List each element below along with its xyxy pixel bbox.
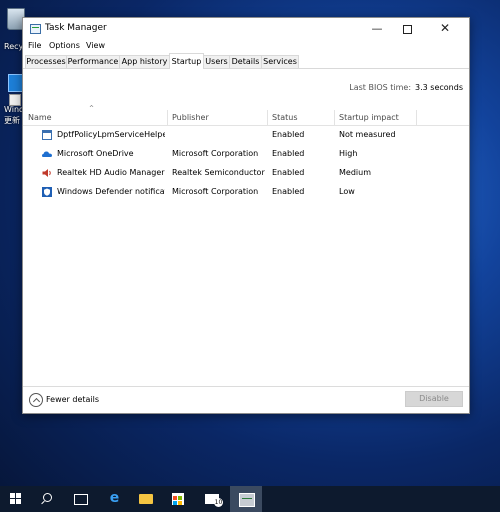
recycle-bin-label: Recy [4,42,24,51]
row-startup-impact: Not measured [339,130,396,139]
edge-browser-icon: e [109,490,120,506]
table-row[interactable]: Windows Defender notificati... Microsoft… [23,183,469,201]
table-row[interactable]: Microsoft OneDrive Microsoft Corporation… [23,145,469,163]
column-header-publisher[interactable]: Publisher [172,113,209,125]
table-row[interactable]: Realtek HD Audio Manager Realtek Semicon… [23,164,469,182]
last-bios-time-value: 3.3 seconds [415,83,463,92]
row-status: Enabled [272,149,305,158]
menu-view[interactable]: View [86,41,105,50]
defender-shield-icon [42,187,52,197]
row-publisher: Microsoft Corporation [172,149,259,158]
task-manager-window: Task Manager — ✕ File Options View Proce… [22,17,470,414]
task-manager-app-icon [30,24,41,34]
minimize-button[interactable]: — [363,18,391,39]
disable-button[interactable]: Disable [405,391,463,407]
task-manager-icon [239,493,255,507]
tab-services[interactable]: Services [261,55,299,68]
column-divider[interactable] [416,110,417,125]
tab-app-history[interactable]: App history [119,55,170,68]
taskbar-file-explorer[interactable] [130,486,162,512]
fewer-details-link[interactable]: Fewer details [46,395,99,404]
maximize-button[interactable] [393,18,421,39]
row-name: DptfPolicyLpmServiceHelper [57,130,165,139]
task-view-icon [74,494,88,505]
row-startup-impact: Low [339,187,355,196]
footer-bar: Fewer details Disable [23,386,469,413]
taskbar: e 10 [0,486,500,512]
row-startup-impact: Medium [339,168,371,177]
row-startup-impact: High [339,149,358,158]
column-header-status[interactable]: Status [272,113,298,125]
tab-bar: Processes Performance App history Startu… [23,53,469,69]
row-status: Enabled [272,187,305,196]
taskbar-edge[interactable]: e [98,486,130,512]
mail-unread-badge: 10 [214,498,223,507]
menu-options[interactable]: Options [49,41,80,50]
search-button[interactable] [32,486,64,512]
last-bios-time-label: Last BIOS time: [349,83,412,92]
search-icon [43,493,52,502]
last-bios-time: Last BIOS time: 3.3 seconds [349,83,463,92]
column-header-name[interactable]: Name [28,113,52,125]
column-header-startup-impact[interactable]: Startup impact [339,113,399,125]
tab-users[interactable]: Users [203,55,230,68]
chevron-up-circle-icon[interactable] [29,393,43,407]
tab-performance[interactable]: Performance [66,55,120,68]
tab-startup[interactable]: Startup [169,53,204,69]
task-view-button[interactable] [64,486,96,512]
menu-bar: File Options View [23,39,469,53]
maximize-icon [402,24,412,34]
column-divider[interactable] [334,110,335,125]
windows-logo-icon [10,493,22,505]
taskbar-store[interactable] [162,486,194,512]
taskbar-mail[interactable]: 10 [196,486,228,512]
table-row[interactable]: DptfPolicyLpmServiceHelper Enabled Not m… [23,126,469,144]
row-status: Enabled [272,130,305,139]
app-window-icon [42,130,52,140]
title-bar[interactable]: Task Manager — ✕ [23,18,469,39]
column-header-row: Name Publisher Status Startup impact [23,110,469,126]
tab-details[interactable]: Details [229,55,262,68]
folder-icon [139,494,153,504]
row-publisher: Realtek Semiconductor [172,168,265,177]
tab-processes[interactable]: Processes [25,55,67,68]
row-name: Windows Defender notificati... [57,187,165,196]
start-button[interactable] [0,486,32,512]
column-divider[interactable] [267,110,268,125]
close-button[interactable]: ✕ [431,18,459,39]
speaker-icon [42,169,51,177]
window-title: Task Manager [45,23,107,33]
windows-update-label-line2: 更新 [4,116,20,125]
store-bag-icon [172,493,184,505]
row-status: Enabled [272,168,305,177]
menu-file[interactable]: File [28,41,41,50]
taskbar-task-manager[interactable] [230,486,262,512]
windows-update-desktop-icon[interactable]: Wind 更新 [0,72,24,125]
recycle-bin-desktop-icon[interactable]: Recy [0,4,25,51]
row-name: Realtek HD Audio Manager [57,168,165,177]
onedrive-icon [42,151,52,157]
row-name: Microsoft OneDrive [57,149,134,158]
row-publisher: Microsoft Corporation [172,187,259,196]
column-divider[interactable] [167,110,168,125]
